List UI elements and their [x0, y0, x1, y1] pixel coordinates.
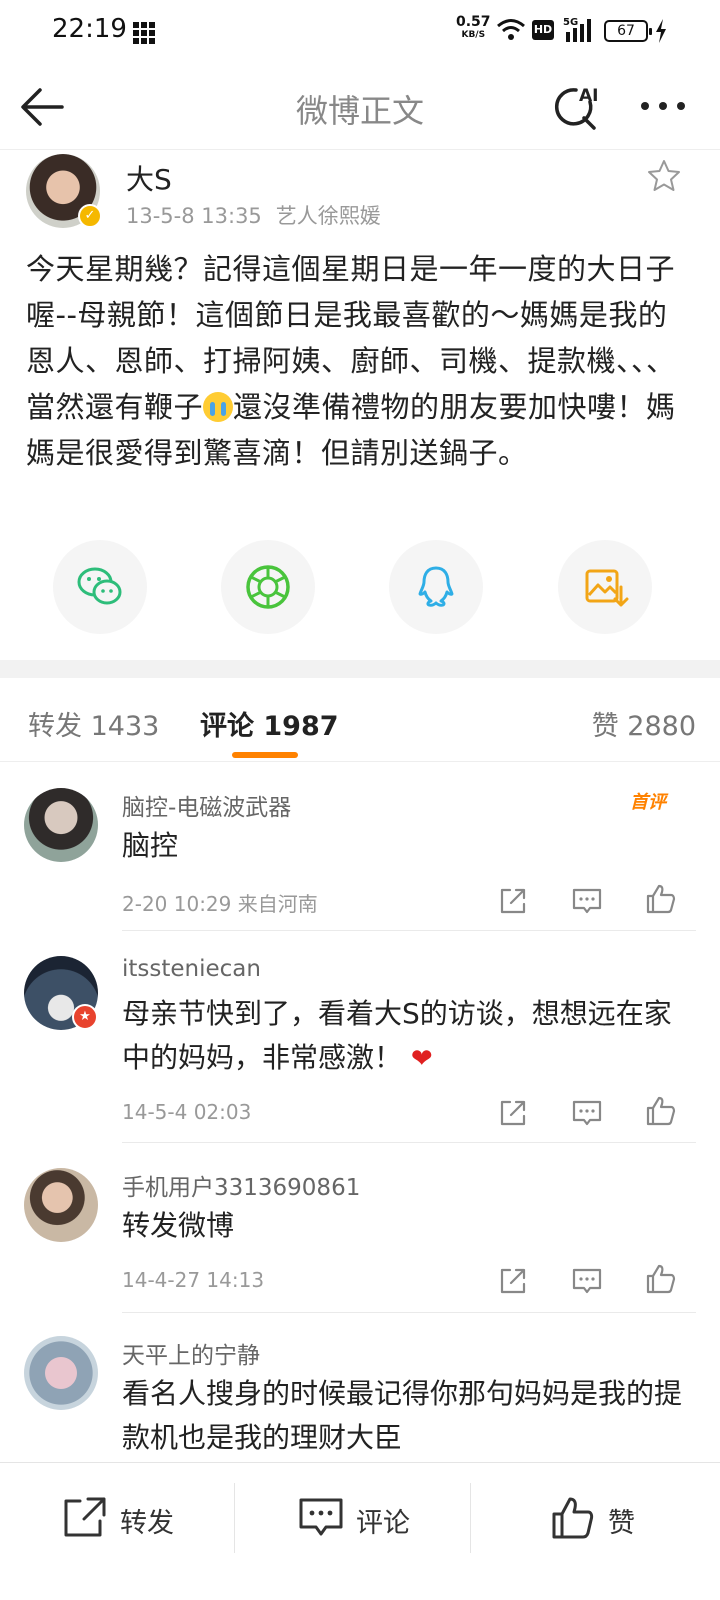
like-icon[interactable]: [644, 882, 678, 916]
svg-text:5G: 5G: [563, 17, 578, 28]
comment-item: 脑控-电磁波武器 首评 脑控 2-20 10:29 来自河南: [0, 788, 720, 931]
bottom-separator: [470, 1483, 471, 1553]
share-row: [0, 540, 720, 636]
comment-text: 看名人搜身的时候最记得你那句妈妈是我的提款机也是我的理财大臣: [122, 1377, 683, 1454]
tab-likes[interactable]: 赞 2880: [592, 704, 696, 743]
active-tab-indicator: [232, 752, 298, 758]
commenter-name[interactable]: 手机用户3313690861: [122, 1168, 360, 1202]
bottom-separator: [234, 1483, 235, 1553]
comment-label: 评论: [356, 1508, 410, 1539]
comment-icon[interactable]: [570, 1096, 604, 1130]
tab-reposts[interactable]: 转发 1433: [28, 704, 159, 743]
comment-item: 天平上的宁静 看名人搜身的时候最记得你那句妈妈是我的提款机也是我的理财大臣: [0, 1336, 720, 1462]
more-icon[interactable]: [638, 88, 688, 124]
commenter-name[interactable]: 天平上的宁静: [122, 1336, 260, 1370]
status-bar: 22:19 0.57 KB/S HD 5G 67: [0, 0, 720, 64]
comment-icon[interactable]: [570, 884, 604, 918]
first-comment-badge: 首评: [630, 792, 666, 813]
battery-icon: 67: [604, 20, 652, 42]
heart-emoji-icon: ❤: [410, 1044, 433, 1074]
verified-badge-icon: ✓: [78, 204, 102, 228]
charging-icon: [656, 19, 666, 43]
post-body: 今天星期幾？記得這個星期日是一年一度的大日子喔--母親節！這個節日是我最喜歡的～…: [26, 246, 696, 476]
member-badge-icon: ★: [72, 1004, 98, 1030]
share-moments-button[interactable]: [221, 540, 315, 634]
like-label: 赞: [608, 1508, 635, 1539]
repost-label: 转发: [120, 1508, 174, 1539]
commenter-name[interactable]: 脑控-电磁波武器: [122, 788, 291, 822]
top-bar: 微博正文 AI: [0, 64, 720, 150]
repost-icon: [64, 1497, 106, 1537]
comment-text: 脑控: [122, 829, 179, 862]
ai-label: AI: [579, 86, 598, 106]
like-icon[interactable]: [644, 1094, 678, 1128]
post-source: 艺人徐熙媛: [275, 204, 381, 228]
hd-icon: HD: [532, 20, 554, 40]
comment-text-body: 母亲节快到了，看着大S的访谈，想想远在家中的妈妈，非常感激！: [122, 997, 672, 1074]
repost-icon[interactable]: [496, 1096, 530, 1130]
commenter-avatar[interactable]: [24, 1336, 98, 1410]
comment-item: ★ itssteniecan 母亲节快到了，看着大S的访谈，想想远在家中的妈妈，…: [0, 956, 720, 1144]
comment-divider: [122, 1142, 696, 1143]
comment-item: 手机用户3313690861 转发微博 14-4-27 14:13: [0, 1168, 720, 1313]
comment-divider: [122, 1312, 696, 1313]
status-time: 22:19: [52, 14, 127, 44]
star-icon[interactable]: [646, 158, 682, 194]
network-speed: 0.57 KB/S: [456, 14, 491, 42]
post-author: ✓ 大S 13-5-8 13:35 艺人徐熙媛: [0, 152, 720, 236]
moments-icon: [246, 565, 290, 609]
qq-icon: [418, 566, 454, 607]
like-icon: [552, 1497, 594, 1539]
wechat-icon: [77, 567, 122, 605]
repost-icon[interactable]: [496, 884, 530, 918]
wifi-icon: [497, 19, 525, 40]
comment-text: 母亲节快到了，看着大S的访谈，想想远在家中的妈妈，非常感激！ ❤: [122, 992, 692, 1081]
save-image-button[interactable]: [558, 540, 652, 634]
network-speed-value: 0.57: [456, 14, 491, 30]
share-qq-button[interactable]: [389, 540, 483, 634]
bottom-action-bar: 转发 评论 赞: [0, 1462, 720, 1572]
post-meta: 13-5-8 13:35 艺人徐熙媛: [126, 200, 381, 230]
post-date: 13-5-8 13:35: [126, 204, 262, 228]
comment-time: 14-5-4 02:03: [122, 1100, 252, 1124]
ai-search-icon[interactable]: AI: [550, 80, 604, 134]
save-image-icon: [585, 569, 629, 607]
network-speed-unit: KB/S: [461, 30, 486, 40]
comment-text: 转发微博: [122, 1209, 235, 1242]
commenter-avatar[interactable]: [24, 1168, 98, 1242]
repost-icon[interactable]: [496, 1264, 530, 1298]
section-divider: [0, 660, 720, 678]
commenter-avatar[interactable]: [24, 788, 98, 862]
author-name[interactable]: 大S: [126, 158, 172, 198]
comment-divider: [122, 930, 696, 931]
commenter-name[interactable]: itssteniecan: [122, 956, 261, 982]
comment-time: 2-20 10:29 来自河南: [122, 892, 318, 916]
tab-comments[interactable]: 评论 1987: [200, 704, 339, 743]
comment-icon: [299, 1498, 343, 1536]
comment-time: 14-4-27 14:13: [122, 1268, 265, 1292]
comment-icon[interactable]: [570, 1264, 604, 1298]
page-title: 微博正文: [295, 92, 424, 130]
interaction-tabs: 转发 1433 评论 1987 赞 2880: [0, 678, 720, 762]
like-icon[interactable]: [644, 1262, 678, 1296]
share-wechat-button[interactable]: [53, 540, 147, 634]
app-grid-icon: [133, 22, 155, 44]
signal-5g-icon: 5G: [563, 17, 591, 42]
crying-emoji-icon: [203, 392, 234, 422]
